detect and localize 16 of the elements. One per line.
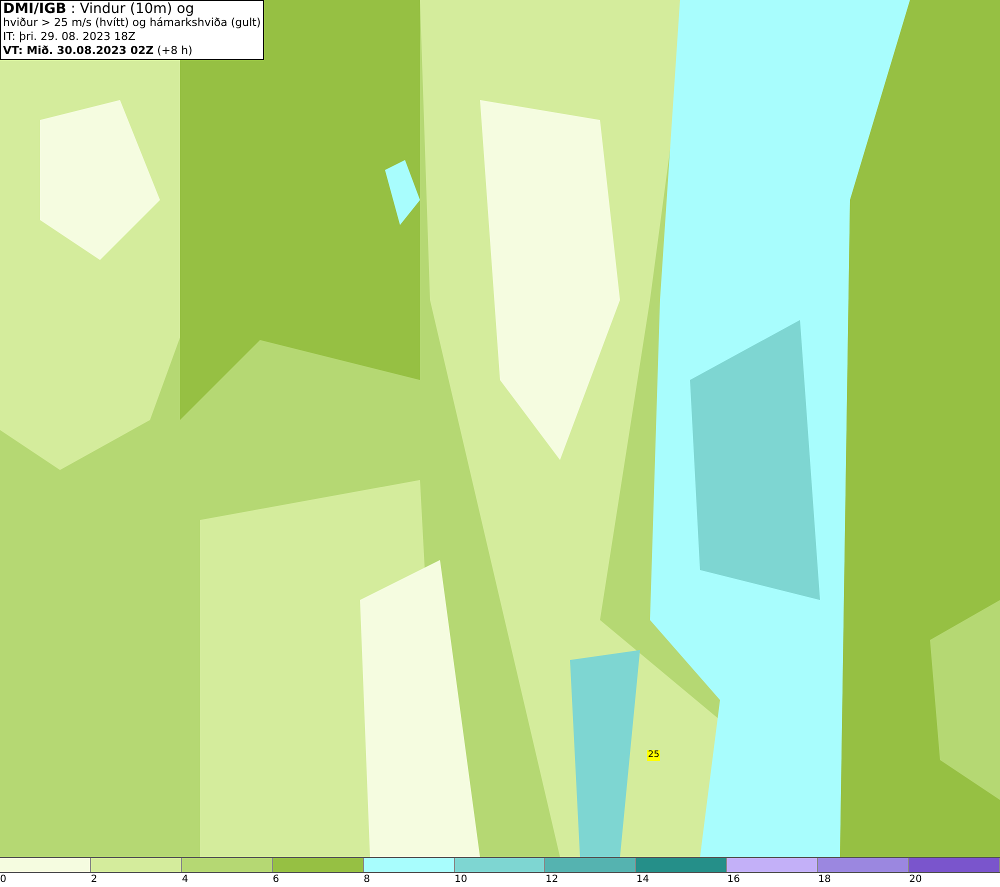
title-line: hviður > 25 m/s (hvítt) og hámarkshviða (gult) — [3, 16, 261, 30]
legend-label: 4 — [182, 873, 188, 886]
title-line: IT: þri. 29. 08. 2023 18Z — [3, 30, 137, 44]
legend-label: 12 — [545, 873, 558, 886]
legend-label: 2 — [90, 873, 98, 886]
legend-label: 16 — [727, 873, 740, 886]
legend-label: 6 — [272, 873, 280, 886]
legend-label: 20 — [909, 873, 922, 886]
legend-label: 18 — [818, 873, 831, 886]
legend-label: 14 — [636, 873, 650, 886]
gust-label: 25 — [647, 750, 660, 761]
legend-label: 0 — [0, 873, 6, 886]
legend-label: 8 — [364, 873, 370, 886]
title-line: DMI/IGB : Vindur (10m) og — [3, 2, 196, 16]
title-line: VT: Mið. 30.08.2023 02Z (+8 h) — [3, 44, 194, 58]
legend-label: 10 — [454, 873, 468, 886]
